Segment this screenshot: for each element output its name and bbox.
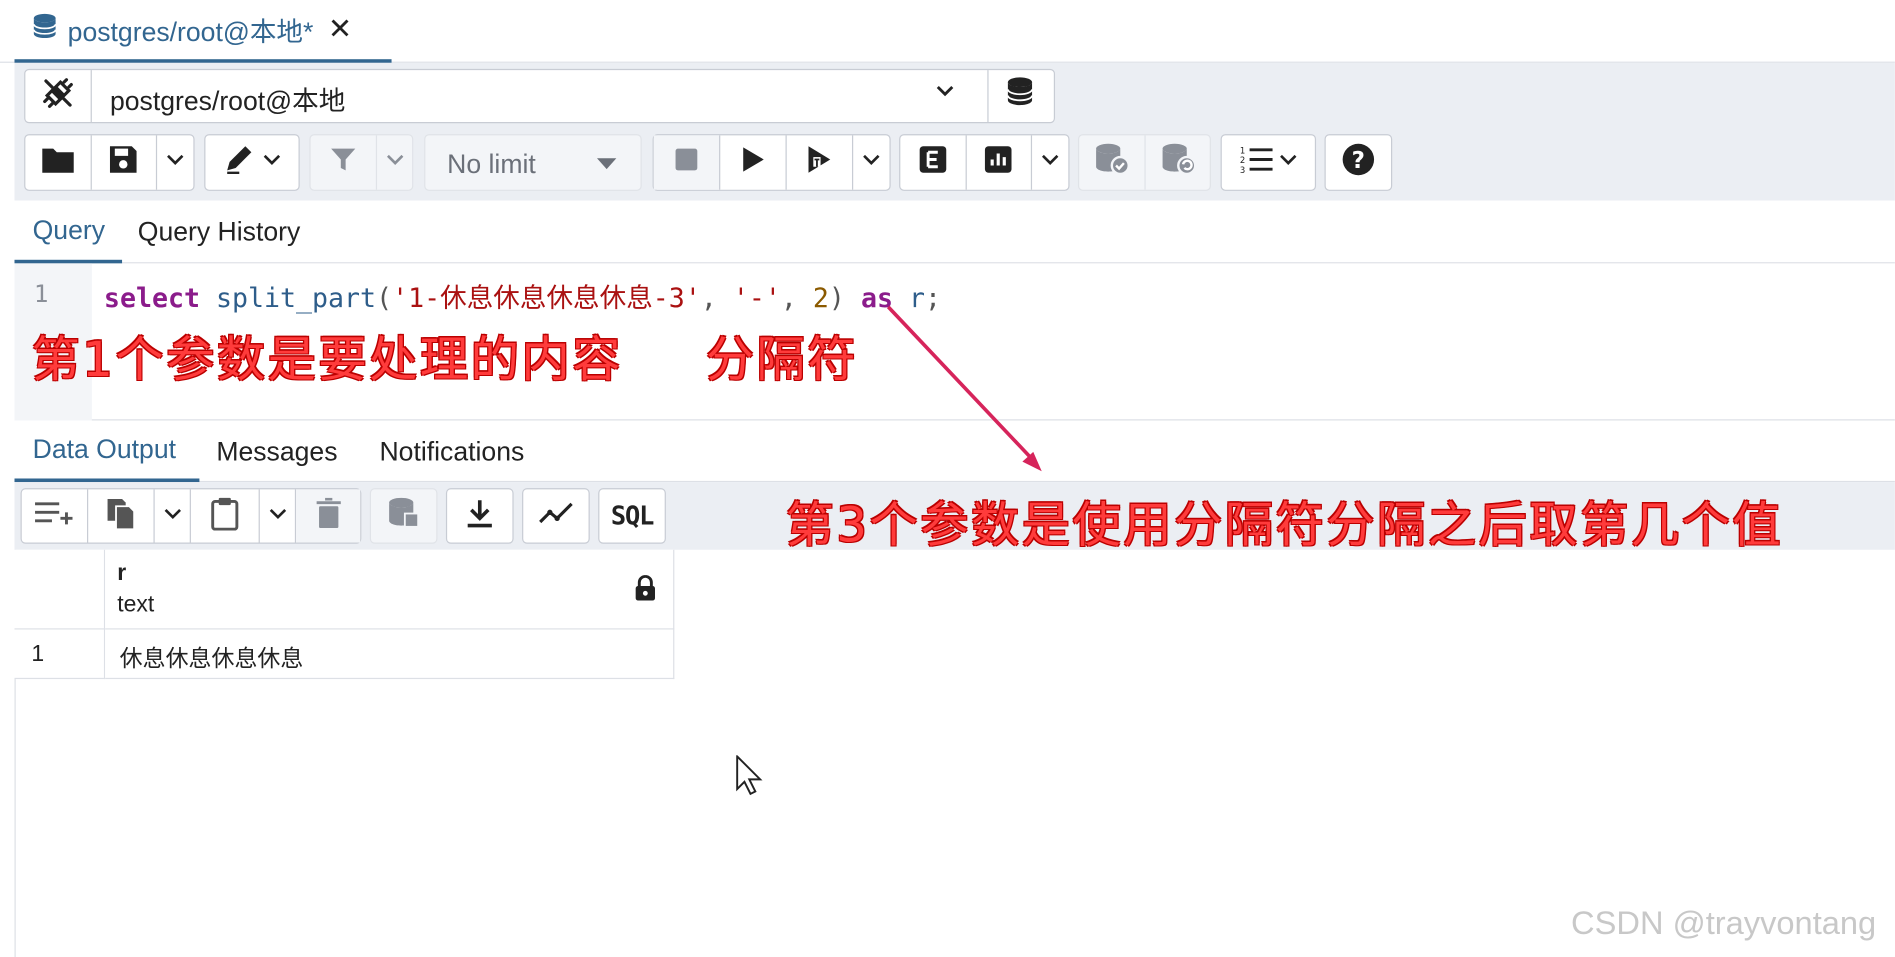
table-cell[interactable]: 休息休息休息休息 [105, 629, 675, 680]
data-grid: r text 1 休息休息休息休息 [14, 549, 675, 680]
lock-icon [634, 574, 656, 608]
column-header-r[interactable]: r text [105, 549, 675, 630]
mouse-pointer-icon [736, 755, 763, 796]
cell-value: 休息休息休息休息 [119, 646, 304, 672]
row-number-cell[interactable]: 1 [14, 629, 106, 680]
grid-corner[interactable] [14, 549, 106, 630]
watermark: CSDN @trayvontang [1571, 905, 1877, 942]
column-type: text [117, 592, 155, 618]
column-name: r [117, 560, 127, 587]
annotation-arrow [886, 305, 1042, 472]
row-number: 1 [31, 641, 45, 667]
